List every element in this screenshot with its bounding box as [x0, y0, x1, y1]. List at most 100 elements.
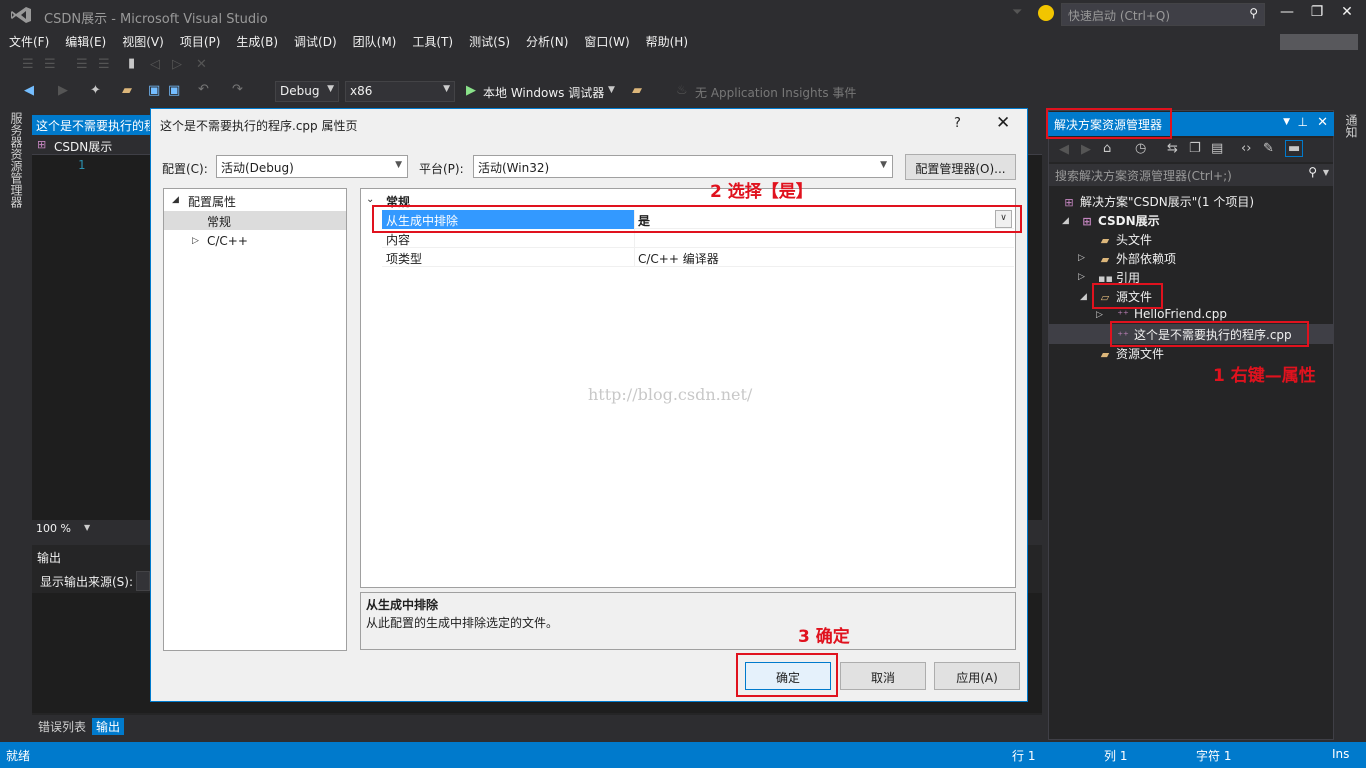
close-icon[interactable]: ✕	[1317, 115, 1328, 130]
find-in-files-icon[interactable]: ▰	[632, 83, 642, 98]
outdent-icon[interactable]: ☰	[44, 57, 56, 72]
editor-tab[interactable]: 这个是不需要执行的程	[32, 115, 152, 135]
save-all-icon[interactable]: ▣	[168, 83, 180, 98]
comment-icon[interactable]: ☰	[76, 57, 88, 72]
status-bar	[0, 742, 1366, 768]
quick-launch-input[interactable]: 快速启动 (Ctrl+Q) ⚲	[1061, 3, 1265, 26]
start-debug-icon[interactable]: ▶	[466, 83, 476, 98]
expanded-arrow-icon[interactable]: ◢	[1080, 292, 1087, 302]
application-insights-label[interactable]: 无 Application Insights 事件	[695, 84, 856, 101]
back-icon[interactable]: ◀	[24, 83, 34, 98]
annotation-box-source-files	[1092, 283, 1163, 309]
menu-test[interactable]: 测试(S)	[460, 30, 517, 52]
indent-icon[interactable]: ☰	[22, 57, 34, 72]
preview-icon[interactable]: ▬	[1285, 140, 1304, 157]
property-value[interactable]: C/C++ 编译器	[638, 250, 719, 267]
tab-error-list[interactable]: 错误列表	[34, 718, 90, 735]
feedback-smiley-icon[interactable]	[1038, 5, 1054, 21]
search-icon: ⚲	[1308, 165, 1317, 179]
tree-item-external-dependencies[interactable]: ▰ 外部依赖项	[1098, 250, 1176, 267]
solution-icon: ⊞	[1064, 196, 1074, 209]
clear-bookmarks-icon[interactable]: ✕	[196, 57, 207, 72]
output-source-select[interactable]	[136, 571, 150, 591]
debugger-dropdown-icon[interactable]: ▼	[608, 85, 615, 95]
restore-button[interactable]: ❐	[1302, 4, 1332, 24]
solution-explorer-search-input[interactable]: 搜索解决方案资源管理器(Ctrl+;) ⚲ ▼	[1049, 164, 1333, 186]
toolbar-top: ☰ ☰ ☰ ☰ ▮ ◁ ▷ ✕	[0, 54, 1366, 78]
menu-window[interactable]: 窗口(W)	[575, 30, 636, 52]
collapse-all-icon[interactable]: ❐	[1189, 141, 1201, 156]
chevron-down-icon: ▼	[395, 160, 402, 170]
tree-config-properties[interactable]: 配置属性	[188, 193, 236, 210]
description-title: 从生成中排除	[366, 598, 439, 612]
minimize-button[interactable]: —	[1272, 4, 1302, 24]
menu-build[interactable]: 生成(B)	[227, 30, 285, 52]
uncomment-icon[interactable]: ☰	[98, 57, 110, 72]
bookmark-icon[interactable]: ▮	[128, 56, 135, 71]
cancel-button[interactable]: 取消	[840, 662, 926, 690]
platform-select[interactable]: 活动(Win32) ▼	[473, 155, 893, 178]
menu-tools[interactable]: 工具(T)	[403, 30, 460, 52]
close-window-button[interactable]: ✕	[1332, 4, 1362, 24]
menu-bar: 文件(F) 编辑(E) 视图(V) 项目(P) 生成(B) 调试(D) 团队(M) 工具(T)…	[0, 30, 1366, 52]
configuration-manager-button[interactable]: 配置管理器(O)...	[905, 154, 1016, 180]
collapsed-arrow-icon[interactable]: ▷	[1078, 272, 1085, 282]
server-explorer-tab[interactable]: 服务器资源管理器	[8, 112, 23, 208]
save-icon[interactable]: ▣	[148, 83, 160, 98]
menu-team[interactable]: 团队(M)	[344, 30, 404, 52]
notifications-tab[interactable]: 通知	[1343, 114, 1358, 138]
prev-bookmark-icon[interactable]: ◁	[150, 57, 160, 72]
pin-icon[interactable]: ⊥	[1298, 115, 1308, 129]
apply-button[interactable]: 应用(A)	[934, 662, 1020, 690]
menu-view[interactable]: 视图(V)	[113, 30, 171, 52]
panel-dropdown-icon[interactable]: ▼	[1283, 117, 1290, 127]
new-project-icon[interactable]: ✦	[90, 83, 101, 98]
redo-icon[interactable]: ↷	[232, 82, 243, 97]
expanded-arrow-icon[interactable]: ◢	[1062, 216, 1069, 226]
solution-configuration-select[interactable]: Debug ▼	[275, 81, 339, 102]
zoom-dropdown-icon[interactable]: ▼	[84, 523, 90, 532]
start-debugger-button[interactable]: 本地 Windows 调试器	[483, 84, 604, 101]
tree-item-hellofriend-cpp[interactable]: ⁺⁺ HelloFriend.cpp	[1116, 307, 1227, 321]
property-row-item-type[interactable]: 项类型 C/C++ 编译器	[382, 248, 1014, 267]
back-icon[interactable]: ◀	[1059, 142, 1069, 157]
tab-output[interactable]: 输出	[92, 718, 125, 735]
tree-item-header-files[interactable]: ▰ 头文件	[1098, 231, 1152, 248]
configuration-select[interactable]: 活动(Debug) ▼	[216, 155, 408, 178]
annotation-step-1: 1 右键—属性	[1213, 366, 1316, 386]
menu-debug[interactable]: 调试(D)	[285, 30, 344, 52]
sync-icon[interactable]: ⇆	[1167, 141, 1178, 156]
zoom-level[interactable]: 100 %	[36, 522, 71, 535]
solution-platform-select[interactable]: x86 ▼	[345, 81, 455, 102]
menu-project[interactable]: 项目(P)	[171, 30, 228, 52]
menu-help[interactable]: 帮助(H)	[637, 30, 695, 52]
show-all-files-icon[interactable]: ▤	[1211, 141, 1223, 156]
collapsed-arrow-icon[interactable]: ▷	[1096, 310, 1103, 320]
tree-item-project[interactable]: ⊞ CSDN展示	[1080, 212, 1159, 229]
tree-cpp[interactable]: C/C++	[207, 234, 248, 248]
search-dropdown-icon[interactable]: ▼	[1323, 168, 1329, 177]
next-bookmark-icon[interactable]: ▷	[172, 57, 182, 72]
tree-item-solution[interactable]: ⊞ 解决方案"CSDN展示"(1 个项目)	[1062, 193, 1254, 210]
editor-nav-project[interactable]: CSDN展示	[54, 138, 112, 155]
chevron-down-icon: ▼	[880, 160, 887, 170]
forward-icon[interactable]: ▶	[58, 83, 68, 98]
properties-wrench-icon[interactable]: ✎	[1263, 141, 1274, 156]
menu-file[interactable]: 文件(F)	[0, 30, 56, 52]
home-icon[interactable]: ⌂	[1103, 141, 1111, 156]
collapsed-arrow-icon[interactable]: ▷	[192, 236, 199, 246]
dialog-close-button[interactable]: ✕	[996, 113, 1010, 133]
expanded-arrow-icon[interactable]: ⌄	[366, 194, 374, 205]
code-view-icon[interactable]: ‹›	[1241, 141, 1251, 156]
tree-item-resource-files[interactable]: ▰ 资源文件	[1098, 345, 1164, 362]
help-button[interactable]: ?	[954, 116, 961, 131]
undo-icon[interactable]: ↶	[198, 82, 209, 97]
open-file-icon[interactable]: ▰	[122, 83, 132, 98]
history-icon[interactable]: ◷	[1135, 141, 1146, 156]
tree-general[interactable]: 常规	[207, 213, 231, 230]
menu-edit[interactable]: 编辑(E)	[56, 30, 113, 52]
collapsed-arrow-icon[interactable]: ▷	[1078, 253, 1085, 263]
expanded-arrow-icon[interactable]: ◢	[172, 195, 179, 205]
menu-analyze[interactable]: 分析(N)	[517, 30, 575, 52]
forward-icon[interactable]: ▶	[1081, 142, 1091, 157]
